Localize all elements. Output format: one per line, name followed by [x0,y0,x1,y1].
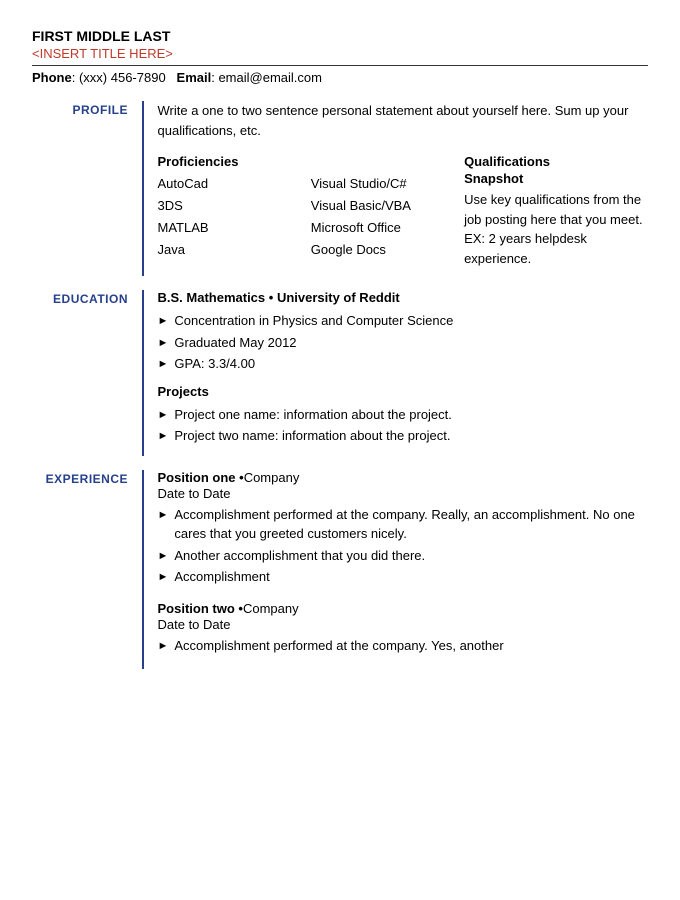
email-value: email@email.com [218,70,322,85]
header-divider [32,65,648,66]
degree-bullet: • [269,290,277,305]
phone-label: Phone [32,70,72,85]
experience-divider [142,470,144,670]
profile-section: PROFILE Write a one to two sentence pers… [32,101,648,276]
pos1-acc-3-text: Accomplishment [174,567,269,587]
pos1-title-text: Position one [158,470,236,485]
pos1-acc-3: ► Accomplishment [158,567,649,587]
prof-item-7: Microsoft Office [311,217,464,239]
phone-value: (xxx) 456-7890 [79,70,166,85]
snapshot-title: Snapshot [464,171,648,186]
project-2-text: Project two name: information about the … [174,426,450,446]
pos1-acc-1-text: Accomplishment performed at the company.… [174,505,648,544]
pos2-title-text: Position two [158,601,235,616]
pos2-accomplishments: ► Accomplishment performed at the company… [158,636,649,656]
projects-list: ► Project one name: information about the… [158,405,649,446]
pos2-acc-1-text: Accomplishment performed at the company.… [174,636,503,656]
arrow-icon-2: ► [158,335,169,352]
education-bullets: ► Concentration in Physics and Computer S… [158,311,649,374]
arrow-icon-7: ► [158,548,169,565]
project-1-text: Project one name: information about the … [174,405,452,425]
prof-item-8: Google Docs [311,239,464,261]
project-1: ► Project one name: information about the… [158,405,649,425]
pos2-acc-1: ► Accomplishment performed at the company… [158,636,649,656]
edu-bullet-3: ► GPA: 3.3/4.00 [158,354,649,374]
profile-content: Write a one to two sentence personal sta… [158,101,649,276]
arrow-icon-9: ► [158,638,169,655]
prof-item-2: 3DS [158,195,311,217]
proficiencies-header: Proficiencies [158,154,311,169]
edu-bullet-2: ► Graduated May 2012 [158,333,649,353]
pos1-acc-2-text: Another accomplishment that you did ther… [174,546,425,566]
position-two-title: Position two •Company [158,601,649,616]
prof-item-5: Visual Studio/C# [311,173,464,195]
education-content: B.S. Mathematics • University of Reddit … [158,290,649,456]
education-label: EDUCATION [32,290,142,456]
edu-bullet-1-text: Concentration in Physics and Computer Sc… [174,311,453,331]
email-label: Email [177,70,212,85]
arrow-icon-3: ► [158,356,169,373]
education-section: EDUCATION B.S. Mathematics • University … [32,290,648,456]
position-two-block: Position two •Company Date to Date ► Acco… [158,601,649,656]
pos2-date: Date to Date [158,617,649,632]
arrow-icon-6: ► [158,507,169,524]
edu-bullet-3-text: GPA: 3.3/4.00 [174,354,255,374]
degree-text: B.S. Mathematics [158,290,266,305]
pos2-company: Company [243,601,299,616]
arrow-icon-1: ► [158,313,169,330]
experience-section: EXPERIENCE Position one •Company Date to… [32,470,648,670]
snapshot-text: Use key qualifications from the job post… [464,190,648,268]
pos1-acc-1: ► Accomplishment performed at the company… [158,505,649,544]
proficiencies-col1: Proficiencies AutoCad 3DS MATLAB Java [158,154,311,268]
header-title: <INSERT TITLE HERE> [32,46,648,61]
prof-col2-spacer [311,154,464,169]
position-one-block: Position one •Company Date to Date ► Acco… [158,470,649,587]
proficiencies-row: Proficiencies AutoCad 3DS MATLAB Java Vi… [158,154,649,268]
profile-divider [142,101,144,276]
profile-label: PROFILE [32,101,142,276]
header-name: FIRST MIDDLE LAST [32,28,648,44]
edu-bullet-1: ► Concentration in Physics and Computer S… [158,311,649,331]
university-text: University of Reddit [277,290,400,305]
prof-item-3: MATLAB [158,217,311,239]
pos1-company: Company [244,470,300,485]
arrow-icon-5: ► [158,428,169,445]
profile-text: Write a one to two sentence personal sta… [158,101,649,140]
arrow-icon-8: ► [158,569,169,586]
project-2: ► Project two name: information about the… [158,426,649,446]
prof-item-1: AutoCad [158,173,311,195]
pos1-acc-2: ► Another accomplishment that you did the… [158,546,649,566]
edu-bullet-2-text: Graduated May 2012 [174,333,296,353]
arrow-icon-4: ► [158,407,169,424]
pos1-accomplishments: ► Accomplishment performed at the company… [158,505,649,587]
pos1-date: Date to Date [158,486,649,501]
qualifications-col: Qualifications Snapshot Use key qualific… [464,154,648,268]
qualifications-header: Qualifications [464,154,648,169]
experience-content: Position one •Company Date to Date ► Acco… [158,470,649,670]
position-one-title: Position one •Company [158,470,649,485]
prof-item-4: Java [158,239,311,261]
projects-header: Projects [158,384,649,399]
edu-degree: B.S. Mathematics • University of Reddit [158,290,649,305]
prof-item-6: Visual Basic/VBA [311,195,464,217]
proficiencies-col2: Visual Studio/C# Visual Basic/VBA Micros… [311,154,464,268]
experience-label: EXPERIENCE [32,470,142,670]
education-divider [142,290,144,456]
header-contact: Phone: (xxx) 456-7890 Email: email@email… [32,70,648,85]
resume-page: FIRST MIDDLE LAST <INSERT TITLE HERE> Ph… [0,0,680,900]
